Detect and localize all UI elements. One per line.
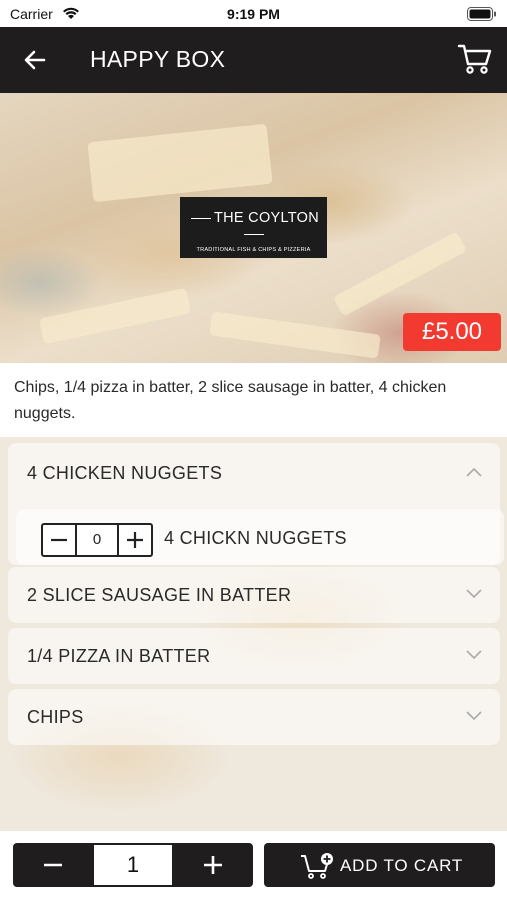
product-image: THE COYLTON TRADITIONAL FISH & CHIPS & P… <box>0 93 507 363</box>
item-quantity-stepper: 0 <box>41 523 153 557</box>
option-item-row: 0 4 CHICKN NUGGETS <box>16 509 504 565</box>
option-header-pizza[interactable]: 1/4 PIZZA IN BATTER <box>8 628 500 686</box>
product-description: Chips, 1/4 pizza in batter, 2 slice saus… <box>0 363 507 437</box>
option-header-chips[interactable]: CHIPS <box>8 689 500 747</box>
option-group-chicken-nuggets: 4 CHICKEN NUGGETS 0 4 CHICKN NUGGETS <box>8 443 504 565</box>
cart-icon[interactable] <box>457 42 493 76</box>
status-bar: Carrier 9:19 PM <box>0 0 507 27</box>
option-title: 2 SLICE SAUSAGE IN BATTER <box>27 585 292 605</box>
option-title: CHIPS <box>27 707 84 727</box>
chevron-down-icon <box>466 650 482 660</box>
quantity-value[interactable]: 1 <box>94 845 172 885</box>
item-quantity-value: 0 <box>92 531 102 548</box>
status-time: 9:19 PM <box>227 6 280 22</box>
item-increment-button[interactable] <box>117 525 151 555</box>
quantity-decrement-button[interactable] <box>13 843 93 887</box>
chevron-down-icon <box>466 711 482 721</box>
quantity-stepper: 1 <box>13 843 253 887</box>
option-title: 4 CHICKEN NUGGETS <box>27 463 223 483</box>
restaurant-logo: THE COYLTON TRADITIONAL FISH & CHIPS & P… <box>180 197 327 258</box>
add-to-cart-button[interactable]: ADD TO CART <box>264 843 495 887</box>
logo-tagline: TRADITIONAL FISH & CHIPS & PIZZERIA <box>196 247 311 253</box>
plus-icon <box>127 532 143 548</box>
bottom-action-bar: 1 ADD TO CART <box>0 831 507 900</box>
option-title: 1/4 PIZZA IN BATTER <box>27 646 211 666</box>
plus-icon <box>204 856 222 874</box>
item-decrement-button[interactable] <box>43 525 77 555</box>
options-list: 4 CHICKEN NUGGETS 0 4 CHICKN NUGGETS 2 S… <box>0 437 507 831</box>
option-header-sausage[interactable]: 2 SLICE SAUSAGE IN BATTER <box>8 567 500 625</box>
option-group-pizza[interactable]: 1/4 PIZZA IN BATTER <box>8 628 500 684</box>
add-to-cart-label: ADD TO CART <box>340 856 464 875</box>
arrow-left-icon[interactable] <box>22 47 48 73</box>
page-title: HAPPY BOX <box>90 46 226 72</box>
chevron-down-icon <box>466 589 482 599</box>
option-header-chicken-nuggets[interactable]: 4 CHICKEN NUGGETS <box>8 443 500 501</box>
option-group-chips[interactable]: CHIPS <box>8 689 500 745</box>
option-group-sausage[interactable]: 2 SLICE SAUSAGE IN BATTER <box>8 567 500 623</box>
quantity-increment-button[interactable] <box>173 843 253 887</box>
minus-icon <box>44 863 62 867</box>
navigation-bar: HAPPY BOX <box>0 27 507 93</box>
cart-plus-icon <box>301 853 333 879</box>
price-badge: £5.00 <box>403 313 501 351</box>
option-item-label: 4 CHICKN NUGGETS <box>164 528 347 548</box>
battery-icon <box>467 7 496 21</box>
description-text: Chips, 1/4 pizza in batter, 2 slice saus… <box>14 379 447 422</box>
chevron-up-icon <box>466 467 482 477</box>
logo-name: THE COYLTON <box>180 210 327 242</box>
minus-icon <box>51 538 67 542</box>
